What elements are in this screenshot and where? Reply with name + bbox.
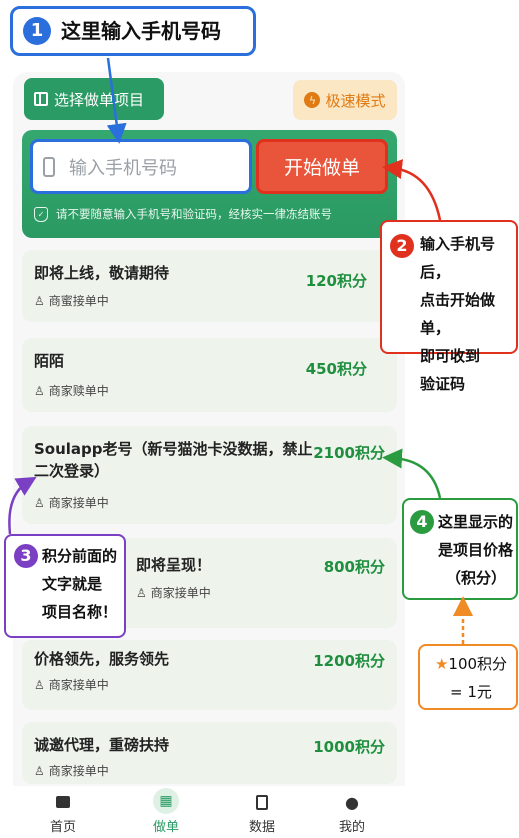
arrow-1 xyxy=(106,57,127,144)
arrow-4 xyxy=(382,448,442,499)
arrow-3 xyxy=(8,476,37,535)
arrow-2 xyxy=(382,159,442,221)
annotation-arrows xyxy=(8,57,473,644)
